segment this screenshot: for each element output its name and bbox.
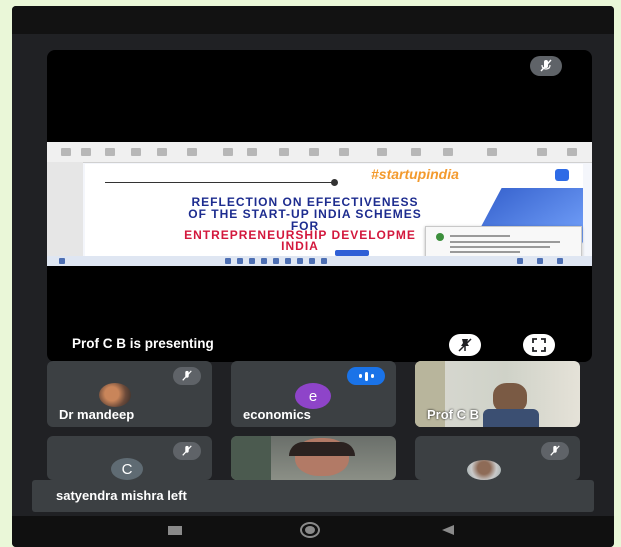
slide-thumbnail-panel bbox=[47, 162, 83, 256]
speaking-indicator bbox=[347, 367, 385, 385]
pin-off-icon bbox=[458, 338, 472, 352]
taskbar bbox=[47, 256, 592, 266]
unpin-button[interactable] bbox=[449, 334, 481, 356]
shared-screen-slide: #startupindia REFLECTION ON EFFECTIVENES… bbox=[47, 142, 592, 266]
fullscreen-button[interactable] bbox=[523, 334, 555, 356]
avatar-photo bbox=[467, 460, 501, 480]
participant-tile-video[interactable] bbox=[231, 436, 396, 480]
recents-button[interactable] bbox=[168, 526, 182, 535]
toast-message: satyendra mishra left bbox=[56, 488, 187, 503]
fullscreen-icon bbox=[532, 338, 546, 352]
participant-name: Prof C B bbox=[427, 407, 479, 422]
avatar-photo bbox=[99, 383, 131, 407]
presenting-label: Prof C B is presenting bbox=[72, 336, 214, 351]
avatar: C bbox=[111, 458, 143, 480]
back-button[interactable] bbox=[442, 525, 454, 535]
participant-left-toast: satyendra mishra left bbox=[32, 480, 594, 512]
phone-screen: #startupindia REFLECTION ON EFFECTIVENES… bbox=[12, 6, 614, 547]
mic-off-icon bbox=[182, 445, 192, 456]
avatar: e bbox=[295, 383, 331, 409]
status-bar bbox=[12, 6, 614, 34]
app-ribbon bbox=[47, 142, 592, 163]
mic-off-badge bbox=[173, 442, 201, 460]
mic-off-icon bbox=[540, 59, 552, 72]
mic-off-badge bbox=[173, 367, 201, 385]
mic-off-icon bbox=[182, 370, 192, 381]
participant-tile-video-small[interactable] bbox=[415, 436, 580, 480]
slide-hashtag: #startupindia bbox=[371, 166, 459, 182]
participant-tile-economics[interactable]: e economics bbox=[231, 361, 396, 427]
home-button[interactable] bbox=[300, 522, 320, 538]
stage-mic-off-badge bbox=[530, 56, 562, 76]
mic-off-icon bbox=[550, 445, 560, 456]
participant-tile-prof-c-b[interactable]: Prof C B bbox=[415, 361, 580, 427]
slide-logo bbox=[555, 169, 569, 181]
presentation-stage[interactable]: #startupindia REFLECTION ON EFFECTIVENES… bbox=[47, 50, 592, 362]
participant-name: economics bbox=[243, 407, 311, 422]
system-navigation-bar bbox=[12, 516, 614, 547]
participant-tile-c[interactable]: C bbox=[47, 436, 212, 480]
participant-name: Dr mandeep bbox=[59, 407, 135, 422]
mic-off-badge bbox=[541, 442, 569, 460]
participant-tile-dr-mandeep[interactable]: Dr mandeep bbox=[47, 361, 212, 427]
